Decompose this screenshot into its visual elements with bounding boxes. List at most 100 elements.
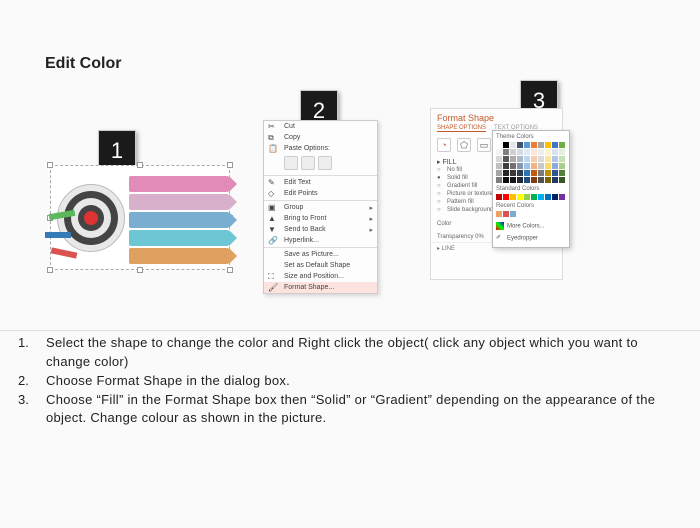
color-swatch[interactable] (545, 177, 551, 183)
color-swatch[interactable] (510, 149, 516, 155)
color-swatch[interactable] (510, 177, 516, 183)
color-swatch[interactable] (552, 156, 558, 162)
selection-handle[interactable] (137, 267, 143, 273)
color-swatch[interactable] (545, 142, 551, 148)
selected-shape-group[interactable] (50, 165, 230, 270)
color-swatch[interactable] (531, 142, 537, 148)
color-swatch[interactable] (496, 170, 502, 176)
color-swatch[interactable] (517, 163, 523, 169)
color-swatch[interactable] (503, 149, 509, 155)
color-swatch[interactable] (517, 142, 523, 148)
color-swatch[interactable] (552, 194, 558, 200)
color-swatch[interactable] (559, 156, 565, 162)
fill-line-icon[interactable]: ◔ (437, 138, 451, 152)
color-swatch[interactable] (524, 177, 530, 183)
color-swatch[interactable] (524, 163, 530, 169)
color-swatch[interactable] (510, 170, 516, 176)
color-swatch[interactable] (524, 170, 530, 176)
menu-group[interactable]: ▣Group (264, 202, 377, 213)
color-swatch[interactable] (559, 177, 565, 183)
color-swatch[interactable] (503, 170, 509, 176)
menu-size-position[interactable]: ⛶Size and Position... (264, 271, 377, 282)
color-swatch[interactable] (559, 170, 565, 176)
menu-send-back[interactable]: ▼Send to Back (264, 224, 377, 235)
color-swatch[interactable] (538, 177, 544, 183)
color-swatch[interactable] (524, 156, 530, 162)
color-swatch[interactable] (531, 149, 537, 155)
color-swatch[interactable] (524, 142, 530, 148)
color-swatch[interactable] (531, 170, 537, 176)
color-swatch[interactable] (503, 177, 509, 183)
selection-handle[interactable] (227, 267, 233, 273)
color-swatch[interactable] (545, 156, 551, 162)
menu-copy[interactable]: ⧉Copy (264, 132, 377, 143)
color-swatch[interactable] (517, 170, 523, 176)
color-swatch[interactable] (538, 194, 544, 200)
color-swatch[interactable] (496, 177, 502, 183)
color-swatch[interactable] (496, 156, 502, 162)
color-swatch[interactable] (538, 163, 544, 169)
color-swatch[interactable] (538, 149, 544, 155)
color-swatch[interactable] (510, 163, 516, 169)
color-swatch[interactable] (503, 156, 509, 162)
color-swatch[interactable] (531, 156, 537, 162)
color-swatch[interactable] (517, 156, 523, 162)
effects-icon[interactable]: ⬠ (457, 138, 471, 152)
menu-bring-front[interactable]: ▲Bring to Front (264, 213, 377, 224)
color-swatch[interactable] (545, 194, 551, 200)
color-swatch[interactable] (524, 149, 530, 155)
more-colors[interactable]: More Colors... (496, 220, 566, 232)
color-swatch[interactable] (559, 149, 565, 155)
color-swatch[interactable] (510, 194, 516, 200)
selection-handle[interactable] (137, 162, 143, 168)
color-swatch[interactable] (496, 163, 502, 169)
color-swatch[interactable] (545, 170, 551, 176)
menu-cut[interactable]: ✂Cut (264, 121, 377, 132)
color-swatch[interactable] (496, 194, 502, 200)
color-swatch[interactable] (552, 163, 558, 169)
color-swatch[interactable] (510, 142, 516, 148)
paste-option[interactable] (284, 156, 298, 170)
color-swatch[interactable] (531, 177, 537, 183)
menu-save-picture[interactable]: Save as Picture... (264, 249, 377, 260)
color-swatch[interactable] (517, 177, 523, 183)
color-swatch[interactable] (552, 177, 558, 183)
menu-format-shape[interactable]: 🖌Format Shape... (264, 282, 377, 293)
color-swatch[interactable] (552, 170, 558, 176)
color-swatch[interactable] (545, 163, 551, 169)
selection-handle[interactable] (47, 267, 53, 273)
color-swatch[interactable] (531, 163, 537, 169)
color-swatch[interactable] (503, 211, 509, 217)
color-swatch[interactable] (559, 142, 565, 148)
eyedropper[interactable]: ✐Eyedropper (496, 232, 566, 244)
color-swatch[interactable] (517, 149, 523, 155)
color-swatch[interactable] (538, 170, 544, 176)
tab-shape-options[interactable]: SHAPE OPTIONS (437, 125, 486, 132)
color-swatch[interactable] (524, 194, 530, 200)
paste-option[interactable] (318, 156, 332, 170)
color-swatch[interactable] (552, 149, 558, 155)
color-swatch[interactable] (552, 142, 558, 148)
color-swatch[interactable] (503, 142, 509, 148)
menu-set-default[interactable]: Set as Default Shape (264, 260, 377, 271)
color-swatch[interactable] (496, 142, 502, 148)
color-swatch[interactable] (559, 194, 565, 200)
color-swatch[interactable] (538, 142, 544, 148)
menu-hyperlink[interactable]: 🔗Hyperlink... (264, 235, 377, 246)
color-swatch[interactable] (510, 156, 516, 162)
color-swatch[interactable] (531, 194, 537, 200)
color-swatch[interactable] (510, 211, 516, 217)
size-props-icon[interactable]: ▭ (477, 138, 491, 152)
paste-option[interactable] (301, 156, 315, 170)
color-swatch[interactable] (545, 149, 551, 155)
color-swatch[interactable] (538, 156, 544, 162)
color-swatch[interactable] (496, 211, 502, 217)
color-swatch[interactable] (559, 163, 565, 169)
color-swatch[interactable] (503, 163, 509, 169)
selection-handle[interactable] (47, 162, 53, 168)
menu-edit-points[interactable]: ◇Edit Points (264, 188, 377, 199)
color-swatch[interactable] (503, 194, 509, 200)
color-swatch[interactable] (517, 194, 523, 200)
color-swatch[interactable] (496, 149, 502, 155)
menu-edit-text[interactable]: ✎Edit Text (264, 177, 377, 188)
